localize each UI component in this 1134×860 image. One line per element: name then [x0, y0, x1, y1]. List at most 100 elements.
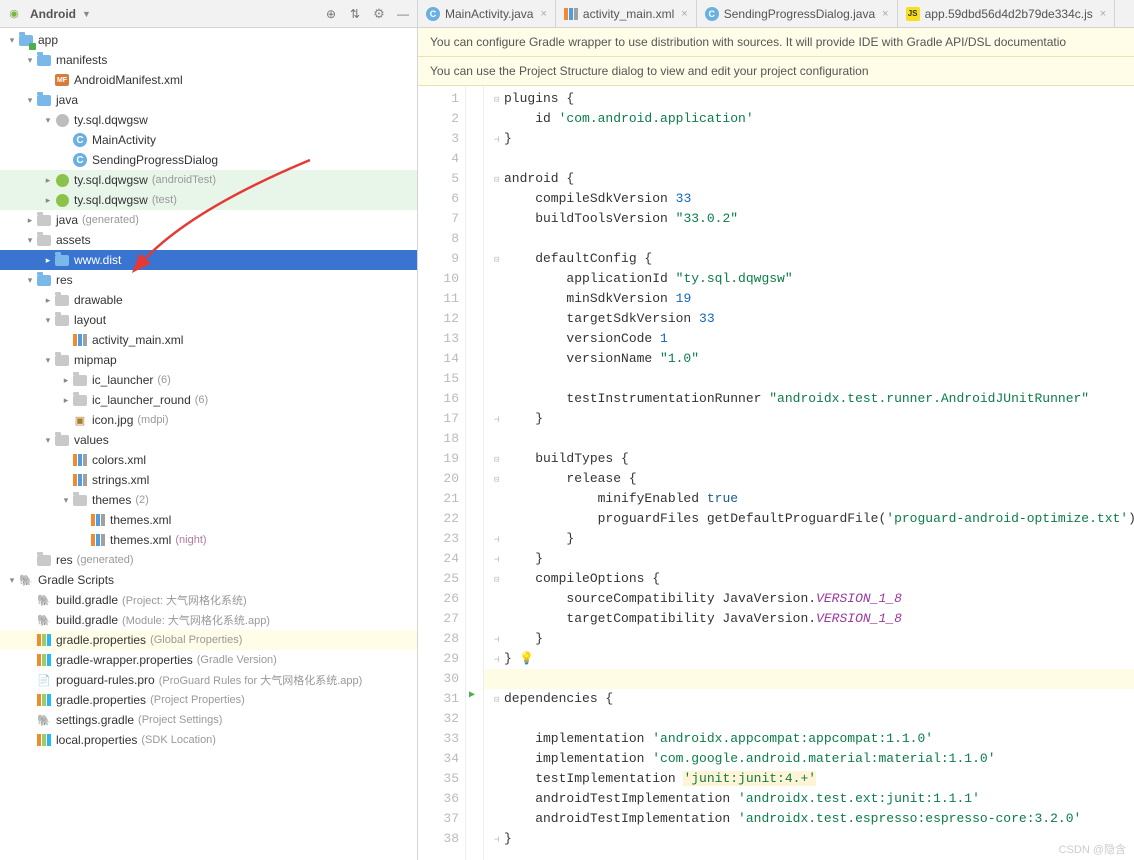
tree-row[interactable]: ▾themes(2) — [0, 490, 417, 510]
tree-row[interactable]: ▸ic_launcher(6) — [0, 370, 417, 390]
tree-row[interactable]: ▸drawable — [0, 290, 417, 310]
expand-icon[interactable]: ▸ — [24, 215, 36, 226]
tree-row[interactable]: ▸ic_launcher_round(6) — [0, 390, 417, 410]
fold-icon[interactable]: ⊟ — [494, 570, 504, 590]
close-icon[interactable]: × — [882, 8, 888, 20]
tree-row[interactable]: ▸java(generated) — [0, 210, 417, 230]
tree-row[interactable]: ▸ty.sql.dqwgsw(test) — [0, 190, 417, 210]
editor-tab[interactable]: JSapp.59dbd56d4d2b79de334c.js× — [898, 0, 1116, 27]
code-line[interactable]: minSdkVersion 19 — [494, 289, 1134, 309]
close-icon[interactable]: × — [540, 8, 546, 20]
expand-icon[interactable]: ▾ — [42, 115, 54, 126]
tree-row[interactable]: ▾app — [0, 30, 417, 50]
fold-icon[interactable]: ⊟ — [494, 450, 504, 470]
code-line[interactable]: id 'com.android.application' — [494, 109, 1134, 129]
code-line[interactable]: ⊣ } — [494, 529, 1134, 549]
run-icon[interactable]: ▶ — [469, 689, 475, 701]
code-line[interactable]: ⊣ } — [494, 409, 1134, 429]
tree-row[interactable]: local.properties(SDK Location) — [0, 730, 417, 750]
code-line[interactable]: ⊣} — [494, 129, 1134, 149]
minimize-icon[interactable]: — — [395, 6, 411, 22]
code-line[interactable]: androidTestImplementation 'androidx.test… — [494, 809, 1134, 829]
code-line[interactable] — [494, 229, 1134, 249]
sidebar-title[interactable]: Android — [30, 7, 76, 21]
code-line[interactable]: compileSdkVersion 33 — [494, 189, 1134, 209]
gear-icon[interactable]: ⚙ — [371, 6, 387, 22]
code-line[interactable] — [494, 149, 1134, 169]
code-line[interactable]: ⊟plugins { — [494, 89, 1134, 109]
code-line[interactable]: buildToolsVersion "33.0.2" — [494, 209, 1134, 229]
project-tree[interactable]: ▾app▾manifestsMFAndroidManifest.xml▾java… — [0, 28, 417, 860]
tree-row[interactable]: 📄proguard-rules.pro(ProGuard Rules for 大… — [0, 670, 417, 690]
code-line[interactable]: versionCode 1 — [494, 329, 1134, 349]
expand-icon[interactable]: ▾ — [42, 315, 54, 326]
code-line[interactable]: ⊟ buildTypes { — [494, 449, 1134, 469]
expand-icon[interactable]: ▸ — [42, 175, 54, 186]
tree-row[interactable]: activity_main.xml — [0, 330, 417, 350]
code-line[interactable]: targetSdkVersion 33 — [494, 309, 1134, 329]
expand-icon[interactable]: ▸ — [60, 375, 72, 386]
code-line[interactable]: ⊣} — [494, 829, 1134, 849]
code-line[interactable]: ⊟ defaultConfig { — [494, 249, 1134, 269]
tree-row[interactable]: 🐘settings.gradle(Project Settings) — [0, 710, 417, 730]
fold-icon[interactable]: ⊟ — [494, 170, 504, 190]
fold-icon[interactable]: ⊟ — [494, 690, 504, 710]
tree-row[interactable]: ▾manifests — [0, 50, 417, 70]
code-line[interactable]: ⊣ } — [494, 629, 1134, 649]
expand-icon[interactable]: ▾ — [60, 495, 72, 506]
fold-icon[interactable]: ⊟ — [494, 250, 504, 270]
expand-icon[interactable]: ▾ — [42, 435, 54, 446]
code-line[interactable]: proguardFiles getDefaultProguardFile('pr… — [494, 509, 1134, 529]
code-line[interactable]: ⊣ } — [494, 549, 1134, 569]
code-line[interactable]: ⊟android { — [494, 169, 1134, 189]
code-line[interactable] — [494, 429, 1134, 449]
code-line[interactable]: ⊟ compileOptions { — [494, 569, 1134, 589]
expand-icon[interactable]: ▸ — [42, 255, 54, 266]
expand-icon[interactable]: ▾ — [42, 355, 54, 366]
code-editor[interactable]: 1234567891011121314151617181920212223242… — [418, 86, 1134, 860]
tree-row[interactable]: ▾🐘Gradle Scripts — [0, 570, 417, 590]
run-gutter[interactable]: ▶ — [466, 86, 484, 860]
tree-row[interactable]: ▾values — [0, 430, 417, 450]
tree-row[interactable]: themes.xml(night) — [0, 530, 417, 550]
editor-tab[interactable]: CMainActivity.java× — [418, 0, 556, 27]
tree-row[interactable]: 🐘build.gradle(Project: 大气网格化系统) — [0, 590, 417, 610]
code-line[interactable]: ⊟ release { — [494, 469, 1134, 489]
dropdown-icon[interactable]: ▼ — [82, 9, 91, 19]
code-line[interactable]: applicationId "ty.sql.dqwgsw" — [494, 269, 1134, 289]
target-icon[interactable]: ⊕ — [323, 6, 339, 22]
expand-icon[interactable]: ▸ — [42, 295, 54, 306]
editor-tab[interactable]: activity_main.xml× — [556, 0, 697, 27]
tree-row[interactable]: colors.xml — [0, 450, 417, 470]
tree-row[interactable]: ▾layout — [0, 310, 417, 330]
filter-icon[interactable]: ⇅ — [347, 6, 363, 22]
code-line[interactable]: implementation 'androidx.appcompat:appco… — [494, 729, 1134, 749]
expand-icon[interactable]: ▾ — [6, 575, 18, 586]
close-icon[interactable]: × — [681, 8, 687, 20]
code-line[interactable]: ⊟dependencies { — [494, 689, 1134, 709]
tree-row[interactable]: gradle.properties(Global Properties) — [0, 630, 417, 650]
expand-icon[interactable]: ▸ — [60, 395, 72, 406]
code-line[interactable]: ⊣} 💡 — [494, 649, 1134, 669]
code-line[interactable] — [494, 709, 1134, 729]
code-line[interactable]: testInstrumentationRunner "androidx.test… — [494, 389, 1134, 409]
tree-row[interactable]: MFAndroidManifest.xml — [0, 70, 417, 90]
close-icon[interactable]: × — [1100, 8, 1106, 20]
tree-row[interactable]: ▾res — [0, 270, 417, 290]
tree-row[interactable]: ▾java — [0, 90, 417, 110]
tree-row[interactable]: CMainActivity — [0, 130, 417, 150]
tree-row[interactable]: ▣icon.jpg(mdpi) — [0, 410, 417, 430]
fold-icon[interactable]: ⊟ — [494, 470, 504, 490]
code-lines[interactable]: ⊟plugins { id 'com.android.application'⊣… — [484, 86, 1134, 860]
tree-row[interactable]: ▸ty.sql.dqwgsw(androidTest) — [0, 170, 417, 190]
code-line[interactable]: versionName "1.0" — [494, 349, 1134, 369]
project-structure-banner[interactable]: You can use the Project Structure dialog… — [418, 57, 1134, 86]
tree-row[interactable]: gradle.properties(Project Properties) — [0, 690, 417, 710]
code-line[interactable]: minifyEnabled true — [494, 489, 1134, 509]
expand-icon[interactable]: ▾ — [24, 275, 36, 286]
fold-icon[interactable]: ⊟ — [494, 90, 504, 110]
gradle-sources-banner[interactable]: You can configure Gradle wrapper to use … — [418, 28, 1134, 57]
editor-tab[interactable]: CSendingProgressDialog.java× — [697, 0, 898, 27]
code-line[interactable]: androidTestImplementation 'androidx.test… — [494, 789, 1134, 809]
tree-row[interactable]: themes.xml — [0, 510, 417, 530]
